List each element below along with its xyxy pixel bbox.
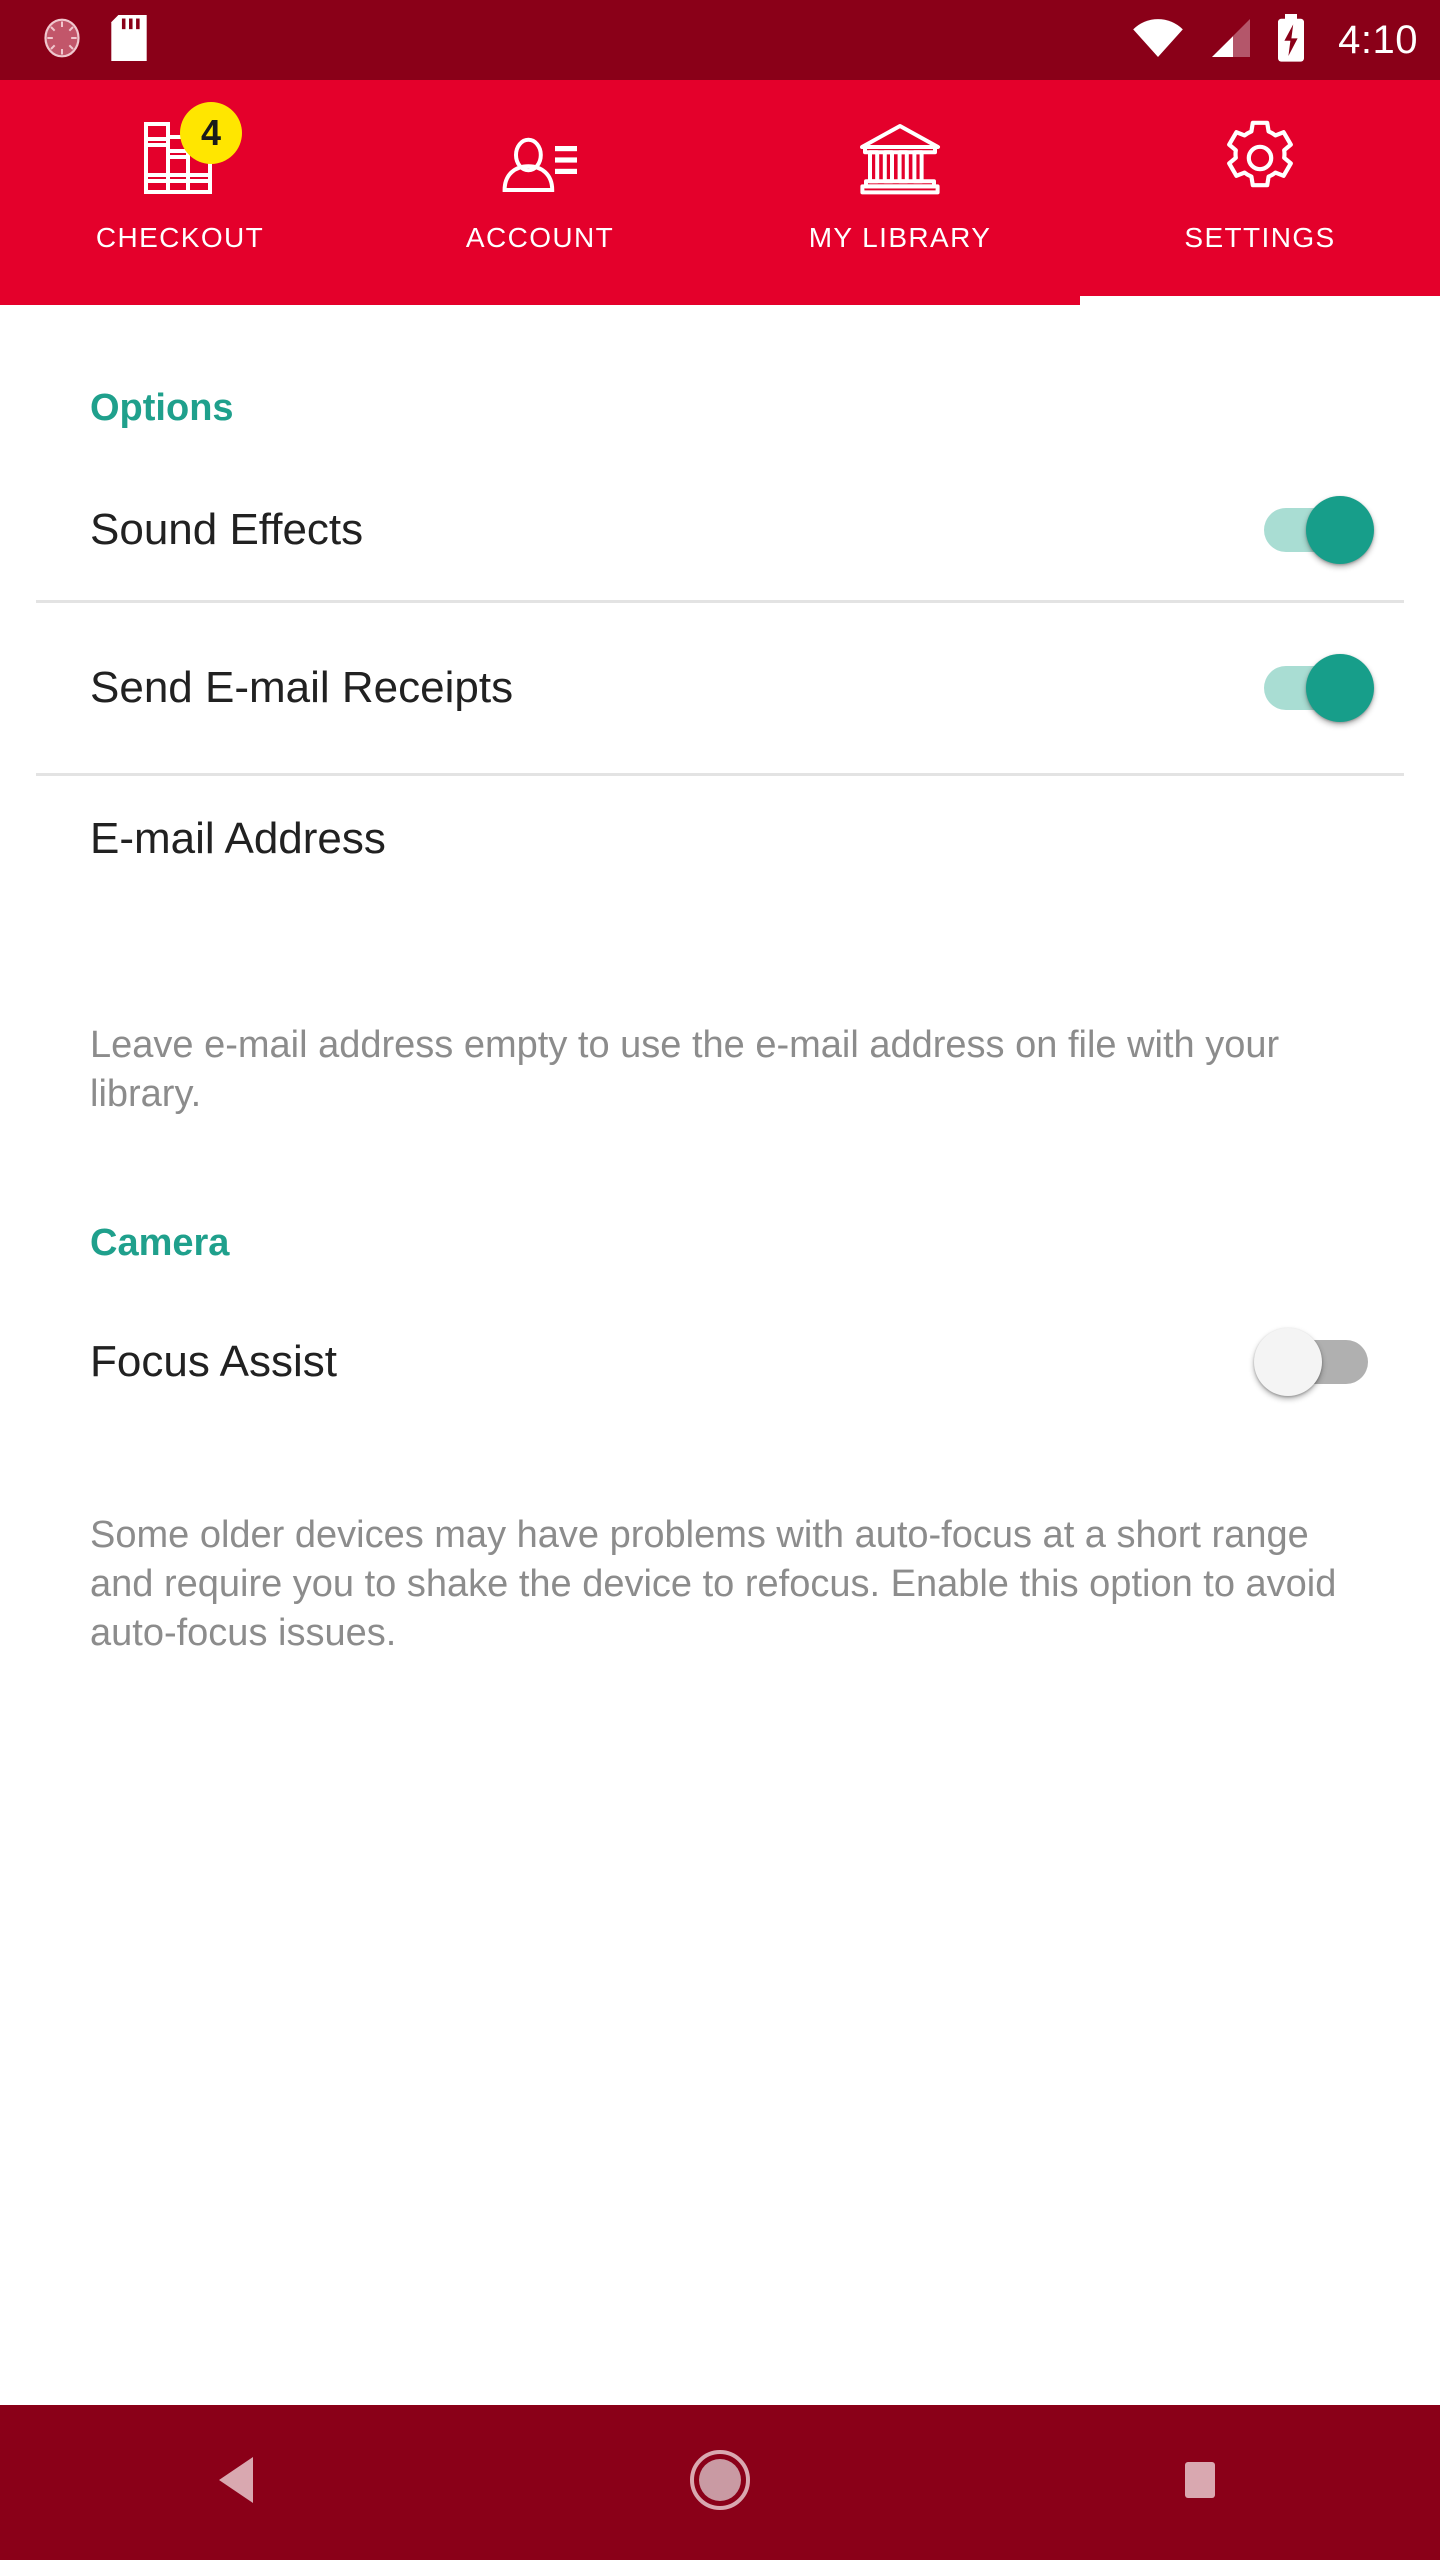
tab-checkout-iconwrap: 4 (132, 102, 242, 208)
sd-card-icon (110, 14, 148, 66)
person-card-icon (501, 123, 579, 198)
status-bar-left-icons (40, 14, 148, 66)
active-tab-indicator (1080, 296, 1440, 305)
status-bar-right-icons: 4:10 (1132, 13, 1418, 67)
row-focus-assist-label: Focus Assist (90, 1337, 337, 1387)
email-address-input[interactable] (0, 901, 1440, 1011)
row-sound-effects[interactable]: Sound Effects (0, 460, 1440, 600)
section-header-options: Options (90, 387, 234, 429)
top-tab-bar: 4 CHECKOUT ACCOUNT MY LIBRARY SETTINGS (0, 80, 1440, 305)
email-receipts-toggle[interactable] (1254, 652, 1374, 724)
row-email-receipts-label: Send E-mail Receipts (90, 663, 514, 712)
tab-my-library-iconwrap (852, 112, 948, 208)
focus-assist-toggle-thumb (1254, 1328, 1322, 1397)
tab-checkout-label: CHECKOUT (95, 222, 265, 253)
circle-home-icon (689, 2449, 751, 2516)
phone-screen: 4:10 4 CHECKOUT ACCOUNT MY LIBRARY SETTI… (0, 0, 1440, 2560)
library-building-icon (858, 120, 942, 201)
status-bar-clock: 4:10 (1338, 17, 1418, 62)
home-button[interactable] (480, 2449, 960, 2516)
email-address-label: E-mail Address (90, 813, 386, 863)
tab-checkout[interactable]: 4 CHECKOUT (0, 80, 360, 305)
android-navigation-bar (0, 2405, 1440, 2560)
tab-settings-iconwrap (1212, 112, 1308, 208)
sound-effects-toggle-thumb (1306, 496, 1374, 564)
tab-settings-label: SETTINGS (1184, 222, 1336, 253)
email-receipts-toggle-thumb (1306, 654, 1374, 722)
section-header-camera: Camera (90, 1222, 230, 1265)
screen-record-icon (40, 16, 84, 65)
row-focus-assist[interactable]: Focus Assist (0, 1287, 1440, 1437)
cell-signal-icon (1206, 17, 1252, 64)
sound-effects-toggle[interactable] (1254, 494, 1374, 566)
square-recents-icon (1179, 2458, 1221, 2507)
triangle-back-icon (217, 2455, 263, 2510)
tab-settings[interactable]: SETTINGS (1080, 80, 1440, 305)
tab-account[interactable]: ACCOUNT (360, 80, 720, 305)
row-sound-effects-label: Sound Effects (90, 505, 364, 554)
tab-account-iconwrap (492, 112, 588, 208)
row-email-address: E-mail Address (0, 776, 1440, 901)
focus-assist-helper: Some older devices may have problems wit… (90, 1514, 1337, 1654)
recents-button[interactable] (960, 2458, 1440, 2507)
back-button[interactable] (0, 2455, 480, 2510)
battery-charging-icon (1274, 13, 1308, 67)
tab-my-library-label: MY LIBRARY (808, 222, 992, 253)
tab-account-label: ACCOUNT (465, 222, 615, 253)
wifi-icon (1132, 17, 1184, 64)
focus-assist-toggle[interactable] (1254, 1326, 1374, 1398)
tab-my-library[interactable]: MY LIBRARY (720, 80, 1080, 305)
checkout-badge: 4 (180, 102, 242, 164)
row-email-receipts[interactable]: Send E-mail Receipts (0, 603, 1440, 773)
email-address-helper: Leave e-mail address empty to use the e-… (90, 1024, 1280, 1115)
gear-icon (1220, 118, 1300, 203)
settings-content: Options Sound Effects Send E-mail Receip… (0, 305, 1440, 2345)
status-bar: 4:10 (0, 0, 1440, 80)
